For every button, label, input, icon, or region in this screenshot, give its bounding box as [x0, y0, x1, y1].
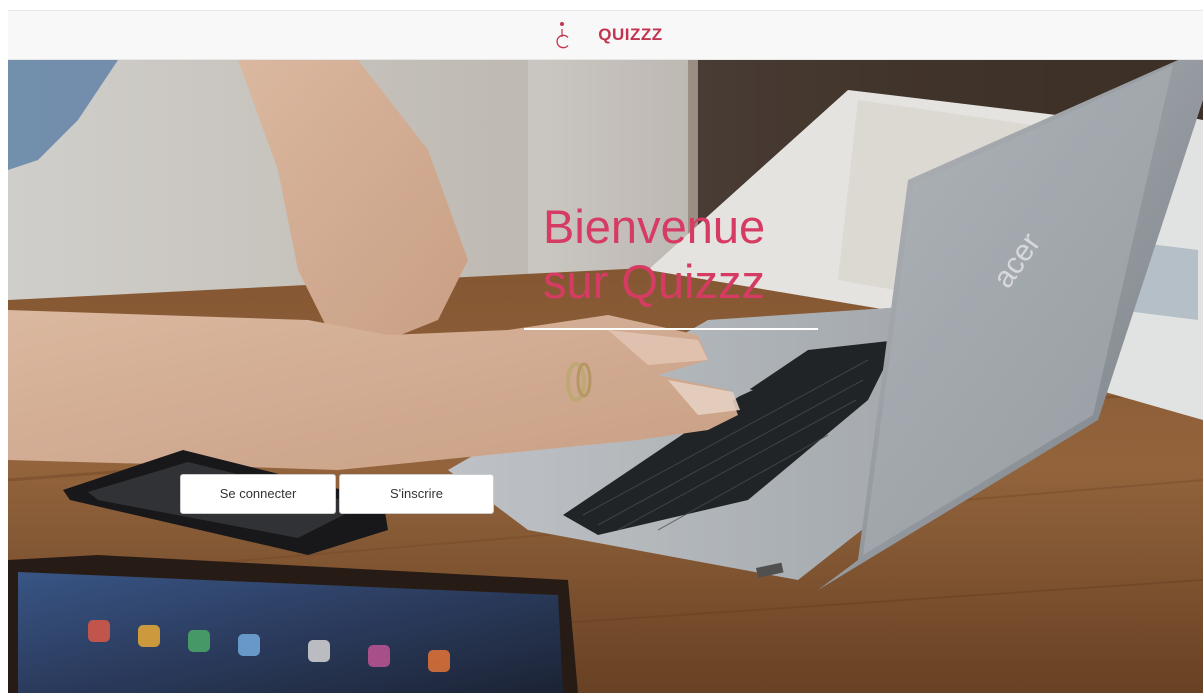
signup-button[interactable]: S'inscrire — [339, 474, 494, 514]
hero-title: Bienvenue sur Quizzz — [543, 199, 765, 309]
login-button[interactable]: Se connecter — [180, 474, 336, 514]
hero-title-line-2: sur Quizzz — [543, 255, 765, 308]
hero-divider — [524, 328, 818, 330]
hero-section: acer Bienvenue sur Quizzz Se connecter S… — [8, 60, 1203, 693]
brand-logo-icon — [556, 22, 569, 49]
brand-name: QUIZZZ — [598, 25, 663, 44]
navbar: QUIZZZ — [8, 10, 1203, 60]
page: QUIZZZ acer Bienvenue sur Quizzz Se conn… — [0, 0, 1203, 693]
hero-background-photo: acer — [8, 60, 1203, 693]
hero-title-line-1: Bienvenue — [543, 200, 766, 253]
brand-link[interactable]: QUIZZZ — [552, 20, 662, 50]
